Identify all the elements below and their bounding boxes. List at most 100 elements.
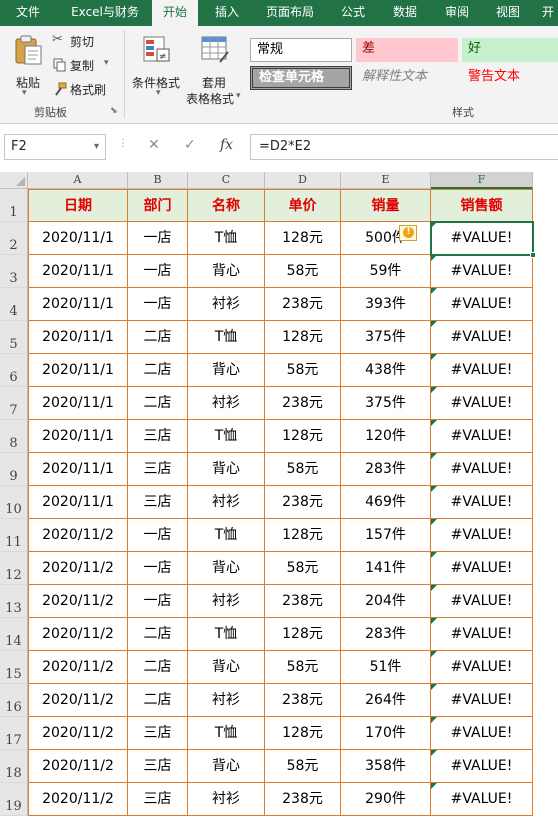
table-cell[interactable]: 128元 bbox=[265, 420, 341, 453]
table-cell[interactable]: #VALUE! bbox=[431, 585, 533, 618]
table-cell[interactable]: 58元 bbox=[265, 750, 341, 783]
column-header-d[interactable]: D bbox=[265, 172, 341, 189]
table-cell[interactable]: #VALUE! bbox=[431, 486, 533, 519]
table-cell[interactable]: 背心 bbox=[188, 750, 265, 783]
table-cell[interactable]: #VALUE! bbox=[431, 552, 533, 585]
warning-icon[interactable]: ! bbox=[399, 225, 417, 241]
table-cell[interactable]: 一店 bbox=[128, 288, 188, 321]
table-cell[interactable]: 2020/11/2 bbox=[28, 618, 128, 651]
table-cell[interactable]: 一店 bbox=[128, 255, 188, 288]
table-cell[interactable]: 二店 bbox=[128, 387, 188, 420]
cut-button[interactable]: ✂ 剪切 bbox=[52, 32, 112, 50]
format-painter-button[interactable]: 格式刷 bbox=[52, 80, 116, 98]
table-cell[interactable]: 背心 bbox=[188, 651, 265, 684]
table-cell[interactable]: T恤 bbox=[188, 618, 265, 651]
table-cell[interactable]: 58元 bbox=[265, 354, 341, 387]
row-header[interactable]: 10 bbox=[0, 486, 28, 519]
table-cell[interactable]: 238元 bbox=[265, 684, 341, 717]
column-header-f[interactable]: F bbox=[431, 172, 533, 189]
row-header[interactable]: 4 bbox=[0, 288, 28, 321]
table-cell[interactable]: T恤 bbox=[188, 519, 265, 552]
table-cell[interactable]: 204件 bbox=[341, 585, 431, 618]
table-cell[interactable]: #VALUE! bbox=[431, 783, 533, 816]
table-cell[interactable]: 128元 bbox=[265, 222, 341, 255]
table-cell[interactable]: 2020/11/1 bbox=[28, 255, 128, 288]
table-cell[interactable]: 2020/11/2 bbox=[28, 684, 128, 717]
table-cell[interactable]: 背心 bbox=[188, 552, 265, 585]
header-cell[interactable]: 部门 bbox=[128, 189, 188, 222]
table-cell[interactable]: 128元 bbox=[265, 717, 341, 750]
table-cell[interactable]: 2020/11/2 bbox=[28, 783, 128, 816]
table-cell[interactable]: 衬衫 bbox=[188, 585, 265, 618]
paste-button[interactable]: 粘贴 ▾ bbox=[8, 32, 48, 100]
tab-review[interactable]: 审阅 bbox=[434, 0, 480, 26]
table-cell[interactable]: 2020/11/1 bbox=[28, 486, 128, 519]
row-header[interactable]: 14 bbox=[0, 618, 28, 651]
table-cell[interactable]: 三店 bbox=[128, 420, 188, 453]
table-cell[interactable]: 59件 bbox=[341, 255, 431, 288]
table-cell[interactable]: 128元 bbox=[265, 321, 341, 354]
table-cell[interactable]: 2020/11/2 bbox=[28, 519, 128, 552]
table-cell[interactable]: 238元 bbox=[265, 387, 341, 420]
table-cell[interactable]: #VALUE! bbox=[431, 618, 533, 651]
table-cell[interactable]: 2020/11/2 bbox=[28, 717, 128, 750]
tab-data[interactable]: 数据 bbox=[382, 0, 428, 26]
table-cell[interactable]: 三店 bbox=[128, 750, 188, 783]
table-cell[interactable]: 衬衫 bbox=[188, 486, 265, 519]
table-cell[interactable]: 二店 bbox=[128, 651, 188, 684]
header-cell[interactable]: 销量 bbox=[341, 189, 431, 222]
table-cell[interactable]: 157件 bbox=[341, 519, 431, 552]
chevron-down-icon[interactable]: ▾ bbox=[94, 135, 99, 159]
table-cell[interactable]: #VALUE! bbox=[431, 255, 533, 288]
table-cell[interactable]: 238元 bbox=[265, 783, 341, 816]
tab-view[interactable]: 视图 bbox=[486, 0, 530, 26]
table-cell[interactable]: 衬衫 bbox=[188, 387, 265, 420]
table-cell[interactable]: #VALUE! bbox=[431, 651, 533, 684]
table-cell[interactable]: 背心 bbox=[188, 453, 265, 486]
table-cell[interactable]: 衬衫 bbox=[188, 783, 265, 816]
table-cell[interactable]: 358件 bbox=[341, 750, 431, 783]
table-cell[interactable]: 2020/11/2 bbox=[28, 651, 128, 684]
row-header[interactable]: 1 bbox=[0, 189, 28, 222]
cancel-icon[interactable]: ✕ bbox=[148, 137, 160, 153]
tab-page-layout[interactable]: 页面布局 bbox=[256, 0, 324, 26]
table-cell[interactable]: 2020/11/1 bbox=[28, 453, 128, 486]
table-cell[interactable]: #VALUE! bbox=[431, 321, 533, 354]
column-header-a[interactable]: A bbox=[28, 172, 128, 189]
table-cell[interactable]: #VALUE! bbox=[431, 453, 533, 486]
table-cell[interactable]: #VALUE! bbox=[431, 750, 533, 783]
table-cell[interactable]: 128元 bbox=[265, 519, 341, 552]
table-cell[interactable]: 二店 bbox=[128, 354, 188, 387]
table-cell[interactable]: 2020/11/1 bbox=[28, 354, 128, 387]
column-header-e[interactable]: E bbox=[341, 172, 431, 189]
table-cell[interactable]: 2020/11/1 bbox=[28, 321, 128, 354]
table-cell[interactable]: 2020/11/2 bbox=[28, 585, 128, 618]
row-header[interactable]: 7 bbox=[0, 387, 28, 420]
table-cell[interactable]: 2020/11/1 bbox=[28, 387, 128, 420]
table-cell[interactable]: 238元 bbox=[265, 288, 341, 321]
table-cell[interactable]: 衬衫 bbox=[188, 288, 265, 321]
table-cell[interactable]: T恤 bbox=[188, 321, 265, 354]
table-cell[interactable]: 58元 bbox=[265, 552, 341, 585]
style-warning[interactable]: 警告文本 bbox=[462, 66, 558, 90]
table-cell[interactable]: 500件 bbox=[341, 222, 431, 255]
tab-formulas[interactable]: 公式 bbox=[330, 0, 376, 26]
table-cell[interactable]: 2020/11/2 bbox=[28, 750, 128, 783]
table-cell[interactable]: 283件 bbox=[341, 453, 431, 486]
column-header-b[interactable]: B bbox=[128, 172, 188, 189]
table-cell[interactable]: 二店 bbox=[128, 321, 188, 354]
format-as-table-button[interactable]: 套用 表格格式 ▾ bbox=[186, 32, 246, 114]
table-cell[interactable]: 二店 bbox=[128, 618, 188, 651]
tab-developer[interactable]: 开 bbox=[538, 0, 558, 26]
row-header[interactable]: 19 bbox=[0, 783, 28, 816]
table-cell[interactable]: 238元 bbox=[265, 585, 341, 618]
table-cell[interactable]: 58元 bbox=[265, 651, 341, 684]
header-cell[interactable]: 销售额 bbox=[431, 189, 533, 222]
tab-file[interactable]: 文件 bbox=[4, 0, 52, 26]
table-cell[interactable]: 170件 bbox=[341, 717, 431, 750]
table-cell[interactable]: 58元 bbox=[265, 255, 341, 288]
table-cell[interactable]: 2020/11/2 bbox=[28, 552, 128, 585]
table-cell[interactable]: 一店 bbox=[128, 222, 188, 255]
row-header[interactable]: 2 bbox=[0, 222, 28, 255]
row-header[interactable]: 6 bbox=[0, 354, 28, 387]
